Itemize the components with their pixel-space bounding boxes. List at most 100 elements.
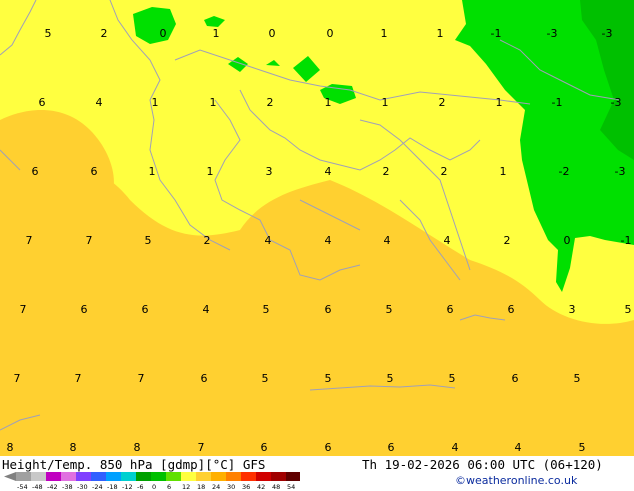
temperature-label: 0	[160, 27, 167, 40]
temperature-label: 7	[26, 234, 33, 247]
temperature-label: 1	[496, 96, 503, 109]
scale-swatch	[121, 472, 136, 481]
temperature-label: 6	[447, 303, 454, 316]
temperature-label: 6	[142, 303, 149, 316]
scale-swatch	[106, 472, 121, 481]
credit-link[interactable]: ©weatheronline.co.uk	[455, 474, 577, 487]
scale-swatch	[61, 472, 76, 481]
temperature-label: 6	[325, 441, 332, 454]
scale-swatch	[181, 472, 196, 481]
temperature-label: 6	[508, 303, 515, 316]
scale-swatch	[91, 472, 106, 481]
scale-swatch	[16, 472, 31, 481]
scale-swatch	[211, 472, 226, 481]
scale-arrow-left	[4, 472, 16, 481]
temperature-label: 4	[203, 303, 210, 316]
scale-swatch	[241, 472, 256, 481]
temperature-label: 1	[382, 96, 389, 109]
temperature-label: 5	[574, 372, 581, 385]
temperature-label: 4	[515, 441, 522, 454]
temperature-label: -2	[559, 165, 570, 178]
temperature-label: 6	[512, 372, 519, 385]
color-scale	[4, 472, 300, 481]
temperature-label: 6	[261, 441, 268, 454]
temperature-label: 2	[439, 96, 446, 109]
temperature-label: 5	[625, 303, 632, 316]
temperature-label: 1	[325, 96, 332, 109]
temperature-label: 7	[14, 372, 21, 385]
temperature-label: -1	[491, 27, 502, 40]
temperature-label: -3	[602, 27, 613, 40]
map-canvas: 5 2 0 1 0 0 1 1 -1 -3 -3 6 4 1 1 2 1 1 2 1 -1 -3 6 6 1 1 3 4 2 2 1 -2 -3…	[0, 0, 634, 456]
temperature-label: 0	[269, 27, 276, 40]
temperature-label: 7	[75, 372, 82, 385]
temperature-label: 4	[444, 234, 451, 247]
scale-swatch	[76, 472, 91, 481]
temperature-label: 1	[207, 165, 214, 178]
temperature-label: 5	[263, 303, 270, 316]
temperature-label: -3	[611, 96, 622, 109]
scale-swatch	[271, 472, 286, 481]
temperature-label: 5	[579, 441, 586, 454]
temperature-label: 6	[325, 303, 332, 316]
temperature-label: 3	[266, 165, 273, 178]
temperature-label: -1	[621, 234, 632, 247]
temperature-label: 6	[91, 165, 98, 178]
scale-swatch	[166, 472, 181, 481]
temperature-label: 5	[262, 372, 269, 385]
temperature-label: 7	[198, 441, 205, 454]
temperature-label: 2	[101, 27, 108, 40]
temperature-label: 4	[265, 234, 272, 247]
temperature-label: 7	[20, 303, 27, 316]
temperature-label: 6	[39, 96, 46, 109]
temperature-label: 1	[210, 96, 217, 109]
scale-swatch	[31, 472, 46, 481]
scale-swatch	[226, 472, 241, 481]
temperature-label: 5	[145, 234, 152, 247]
temperature-label: 4	[325, 234, 332, 247]
temperature-label: 0	[327, 27, 334, 40]
temperature-label: 0	[564, 234, 571, 247]
scale-swatch	[46, 472, 61, 481]
temperature-label: 7	[86, 234, 93, 247]
temperature-label: 4	[325, 165, 332, 178]
temperature-label: 4	[96, 96, 103, 109]
temperature-label: 8	[7, 441, 14, 454]
temperature-label: 2	[383, 165, 390, 178]
temperature-label: 6	[32, 165, 39, 178]
scale-swatch	[136, 472, 151, 481]
temperature-label: 1	[437, 27, 444, 40]
temperature-label: -1	[552, 96, 563, 109]
scale-swatch	[256, 472, 271, 481]
temperature-label: 8	[134, 441, 141, 454]
scale-swatch	[196, 472, 211, 481]
temperature-label: 5	[45, 27, 52, 40]
temperature-label: 5	[386, 303, 393, 316]
temperature-label: 2	[441, 165, 448, 178]
temperature-label: -3	[615, 165, 626, 178]
temperature-label: 4	[384, 234, 391, 247]
temperature-label: 1	[381, 27, 388, 40]
temperature-label: 1	[152, 96, 159, 109]
temperature-label: 5	[449, 372, 456, 385]
scale-swatch	[286, 472, 300, 481]
temperature-label: 5	[325, 372, 332, 385]
valid-time: Th 19-02-2026 06:00 UTC (06+120)	[362, 457, 603, 472]
temperature-label: 1	[500, 165, 507, 178]
temperature-label: -3	[547, 27, 558, 40]
temperature-label: 1	[149, 165, 156, 178]
temperature-label: 6	[201, 372, 208, 385]
temperature-label: 5	[387, 372, 394, 385]
temperature-label: 1	[213, 27, 220, 40]
scale-swatch	[151, 472, 166, 481]
temperature-label: 3	[569, 303, 576, 316]
temperature-label: 2	[267, 96, 274, 109]
temperature-label: 2	[204, 234, 211, 247]
temperature-label: 6	[388, 441, 395, 454]
temperature-map: 5 2 0 1 0 0 1 1 -1 -3 -3 6 4 1 1 2 1 1 2 1 -1 -3 6 6 1 1 3 4 2 2 1 -2 -3…	[0, 0, 634, 456]
temperature-label: 8	[70, 441, 77, 454]
temperature-label: 4	[452, 441, 459, 454]
temperature-label: 6	[81, 303, 88, 316]
temperature-label: 7	[138, 372, 145, 385]
temperature-label: 2	[504, 234, 511, 247]
